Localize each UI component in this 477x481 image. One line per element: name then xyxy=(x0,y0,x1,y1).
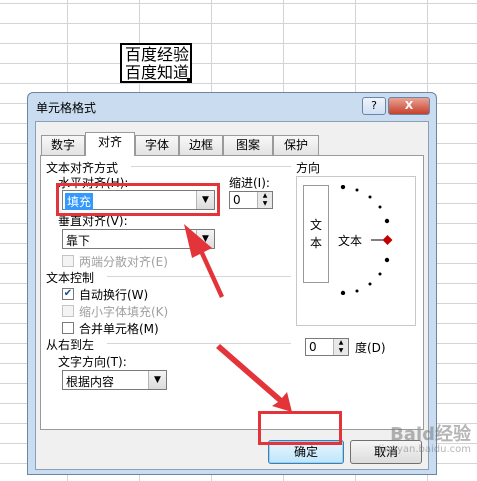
arrow-icon xyxy=(184,224,224,298)
watermark-logo: Baid经验 xyxy=(390,424,471,445)
tab-alignment[interactable]: 对齐 xyxy=(85,132,135,156)
annotation-arrows xyxy=(184,224,292,412)
arrow-icon xyxy=(216,344,292,412)
watermark-url: jingyan.baidu.com xyxy=(378,444,471,455)
